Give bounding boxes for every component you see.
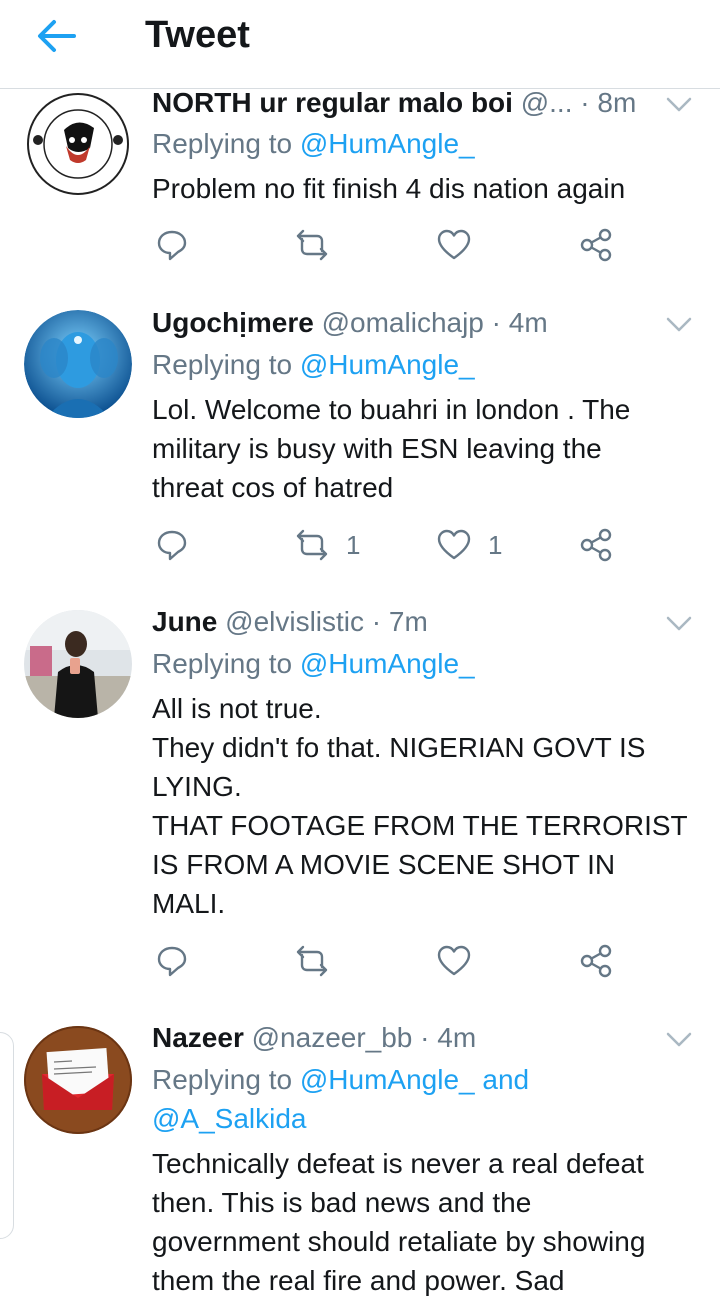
retweet-icon [296, 945, 328, 977]
display-name[interactable]: Nazeer [152, 1022, 244, 1053]
heart-icon [437, 945, 471, 976]
retweet-icon [296, 229, 328, 261]
separator-dot: · [412, 1022, 438, 1053]
separator-dot: · [483, 307, 509, 338]
user-handle[interactable]: @nazeer_bb [252, 1022, 413, 1053]
page-title: Tweet [145, 14, 250, 56]
share-icon [580, 528, 612, 562]
chevron-down-icon[interactable] [666, 615, 692, 633]
retweet-count: 1 [346, 529, 361, 560]
reply-button[interactable] [154, 225, 190, 265]
user-handle[interactable]: @elvislistic [225, 606, 364, 637]
tweet-time: 4m [437, 1022, 477, 1053]
tweet-time: 8m [597, 87, 637, 118]
reply-icon [157, 946, 187, 977]
tweet-header: Nazeer @nazeer_bb · 4m [152, 1022, 640, 1054]
separator-dot: · [364, 606, 389, 637]
reply-button[interactable] [154, 525, 190, 565]
tweet-item[interactable]: NORTH ur regular malo boi @... · 8m Repl… [0, 60, 720, 287]
share-button[interactable] [578, 941, 614, 981]
reply-button[interactable] [154, 941, 190, 981]
tweet-text: Lol. Welcome to buahri in london . The m… [152, 394, 631, 503]
back-arrow-icon[interactable] [34, 16, 78, 56]
like-button[interactable] [436, 941, 488, 981]
avatar[interactable] [24, 310, 132, 418]
like-button[interactable] [436, 225, 488, 265]
tweet-time: 7m [388, 606, 428, 637]
chevron-down-icon[interactable] [666, 1031, 692, 1049]
tweet-header: June @elvislistic · 7m [152, 606, 640, 638]
tweet-actions: 1 1 [152, 525, 622, 565]
avatar[interactable] [24, 1026, 132, 1134]
chevron-down-icon[interactable] [666, 316, 692, 334]
tweet-actions [152, 941, 622, 981]
replying-to: Replying to @HumAngle_ [152, 349, 475, 380]
share-button[interactable] [578, 525, 614, 565]
replying-to: Replying to @HumAngle_ [152, 648, 475, 679]
heart-icon [437, 229, 471, 260]
heart-icon [437, 529, 471, 560]
separator-dot: · [572, 87, 598, 118]
user-handle[interactable]: @... [521, 87, 573, 118]
reply-icon [157, 230, 187, 261]
tweet-item[interactable]: Ugochịmere @omalichajp · 4m Replying to … [0, 286, 720, 586]
top-app-bar: Tweet [0, 0, 720, 89]
display-name[interactable]: Ugochịmere [152, 307, 314, 338]
like-count: 1 [488, 529, 503, 560]
share-icon [580, 228, 612, 262]
share-button[interactable] [578, 225, 614, 265]
tweet-header: Ugochịmere @omalichajp · 4m [152, 307, 640, 339]
tweet-actions [152, 225, 622, 265]
mention-link[interactable]: @HumAngle_ and [300, 1064, 529, 1095]
mention-link[interactable]: @HumAngle_ [300, 128, 475, 159]
retweet-button[interactable] [294, 225, 346, 265]
tweet-text: All is not true. They didn't fo that. NI… [152, 693, 688, 919]
display-name[interactable]: NORTH ur regular malo boi [152, 87, 513, 118]
tweet-text: Problem no fit finish 4 dis nation again [152, 173, 626, 204]
reply-icon [157, 530, 187, 561]
tweet-item[interactable]: June @elvislistic · 7m Replying to @HumA… [0, 585, 720, 1002]
tweet-item[interactable]: Nazeer @nazeer_bb · 4m Replying to @HumA… [0, 1001, 720, 1296]
tweet-header: NORTH ur regular malo boi @... · 8m [152, 87, 640, 119]
replying-to: Replying to @HumAngle_ and @A_Salkida [152, 1064, 530, 1134]
mention-link[interactable]: @HumAngle_ [300, 648, 475, 679]
display-name[interactable]: June [152, 606, 217, 637]
retweet-button[interactable]: 1 [294, 525, 360, 565]
floating-panel-edge[interactable] [0, 1032, 14, 1239]
mention-link[interactable]: @A_Salkida [152, 1103, 307, 1134]
retweet-button[interactable] [294, 941, 346, 981]
retweet-icon [296, 529, 328, 561]
chevron-down-icon[interactable] [666, 96, 692, 114]
tweet-time: 4m [508, 307, 548, 338]
avatar[interactable] [24, 90, 132, 198]
mention-link[interactable]: @HumAngle_ [300, 349, 475, 380]
avatar[interactable] [24, 610, 132, 718]
user-handle[interactable]: @omalichajp [322, 307, 484, 338]
replying-to: Replying to @HumAngle_ [152, 128, 475, 159]
like-button[interactable]: 1 [436, 525, 502, 565]
share-icon [580, 944, 612, 978]
tweet-text: Technically defeat is never a real defea… [152, 1148, 646, 1296]
